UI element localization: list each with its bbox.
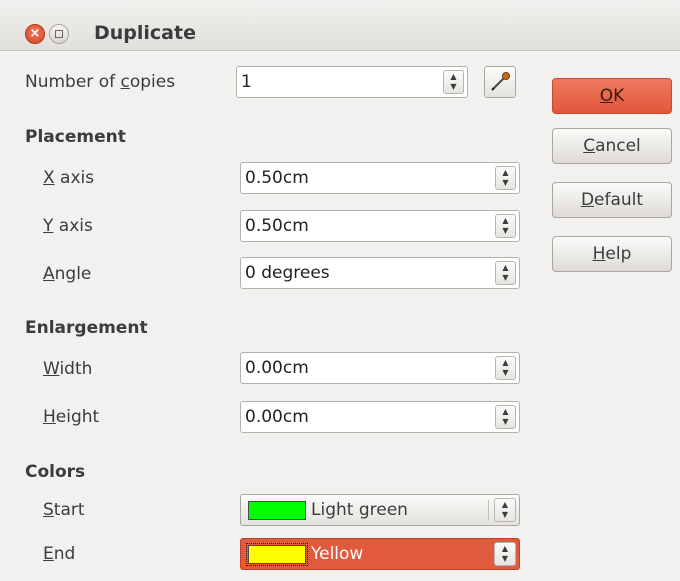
window-title: Duplicate xyxy=(94,22,196,44)
copies-spinbox[interactable]: 1 ▲ ▼ xyxy=(236,66,468,98)
y-axis-label: Y axis xyxy=(43,216,93,236)
width-mnemonic: W xyxy=(43,359,60,379)
spin-arrows-icon[interactable]: ▲ ▼ xyxy=(443,70,464,94)
default-label: efault xyxy=(594,190,644,210)
width-label-text: idth xyxy=(59,359,93,379)
x-axis-value: 0.50cm xyxy=(245,168,309,188)
height-value: 0.00cm xyxy=(245,407,309,427)
title-bar: × Duplicate xyxy=(0,0,680,51)
start-mnemonic: S xyxy=(43,500,54,520)
copies-label-mnemonic: c xyxy=(120,72,130,92)
start-label-text: tart xyxy=(53,500,85,520)
angle-spinbox[interactable]: 0 degrees ▲ ▼ xyxy=(240,257,520,289)
height-mnemonic: H xyxy=(43,407,56,427)
cancel-mnemonic: C xyxy=(583,136,596,156)
end-color-listbox[interactable]: Yellow ▲ ▼ xyxy=(240,538,520,570)
close-icon: × xyxy=(29,26,41,41)
end-mnemonic: E xyxy=(43,544,54,564)
end-color-label: End xyxy=(43,544,75,564)
minimize-button[interactable] xyxy=(49,24,69,44)
width-label: Width xyxy=(43,359,92,379)
width-value: 0.00cm xyxy=(245,358,309,378)
copies-label-prefix: Number of xyxy=(25,72,121,92)
y-axis-mnemonic: Y xyxy=(43,216,54,236)
default-button[interactable]: Default xyxy=(552,182,672,218)
copies-label-suffix: opies xyxy=(129,72,176,92)
help-mnemonic: H xyxy=(592,244,606,264)
pipette-icon xyxy=(491,72,510,91)
help-button[interactable]: Help xyxy=(552,236,672,272)
colors-heading: Colors xyxy=(25,462,86,482)
x-axis-label-text: axis xyxy=(54,168,95,188)
pipette-button[interactable] xyxy=(484,66,516,98)
enlargement-heading: Enlargement xyxy=(25,318,148,338)
width-spinbox[interactable]: 0.00cm ▲ ▼ xyxy=(240,352,520,384)
height-spinbox[interactable]: 0.00cm ▲ ▼ xyxy=(240,401,520,433)
spin-arrows-icon[interactable]: ▲ ▼ xyxy=(495,214,516,238)
end-color-value: Yellow xyxy=(311,544,364,564)
spin-arrows-icon[interactable]: ▲ ▼ xyxy=(495,261,516,285)
start-color-swatch xyxy=(248,501,306,520)
listbox-separator xyxy=(488,500,489,520)
x-axis-label: X axis xyxy=(43,168,94,188)
ok-label: K xyxy=(613,86,625,106)
x-axis-mnemonic: X xyxy=(43,168,55,188)
angle-mnemonic: A xyxy=(43,264,55,284)
minimize-icon xyxy=(55,30,63,38)
angle-label-text: ngle xyxy=(54,264,92,284)
angle-label: Angle xyxy=(43,264,91,284)
spin-arrows-icon[interactable]: ▲ ▼ xyxy=(495,166,516,190)
help-label: elp xyxy=(605,244,632,264)
cancel-label: ancel xyxy=(595,136,641,156)
spin-arrows-icon[interactable]: ▲ ▼ xyxy=(495,405,516,429)
x-axis-spinbox[interactable]: 0.50cm ▲ ▼ xyxy=(240,162,520,194)
ok-button[interactable]: OK xyxy=(552,78,672,114)
ok-mnemonic: O xyxy=(599,86,614,106)
y-axis-spinbox[interactable]: 0.50cm ▲ ▼ xyxy=(240,210,520,242)
copies-label: Number of copies xyxy=(25,72,175,92)
spin-arrows-icon[interactable]: ▲ ▼ xyxy=(494,542,516,566)
spin-arrows-icon[interactable]: ▲ ▼ xyxy=(494,498,516,522)
height-label: Height xyxy=(43,407,99,427)
copies-value: 1 xyxy=(241,72,252,92)
placement-heading: Placement xyxy=(25,127,126,147)
angle-value: 0 degrees xyxy=(245,263,330,283)
close-button[interactable]: × xyxy=(25,24,45,44)
start-color-label: Start xyxy=(43,500,85,520)
start-color-value: Light green xyxy=(311,500,408,520)
y-axis-value: 0.50cm xyxy=(245,216,309,236)
y-axis-label-text: axis xyxy=(53,216,93,236)
cancel-button[interactable]: Cancel xyxy=(552,128,672,164)
start-color-listbox[interactable]: Light green ▲ ▼ xyxy=(240,494,520,526)
height-label-text: eight xyxy=(55,407,100,427)
spin-arrows-icon[interactable]: ▲ ▼ xyxy=(495,356,516,380)
end-label-text: nd xyxy=(53,544,76,564)
default-mnemonic: D xyxy=(580,190,595,210)
focus-ring xyxy=(246,543,308,566)
